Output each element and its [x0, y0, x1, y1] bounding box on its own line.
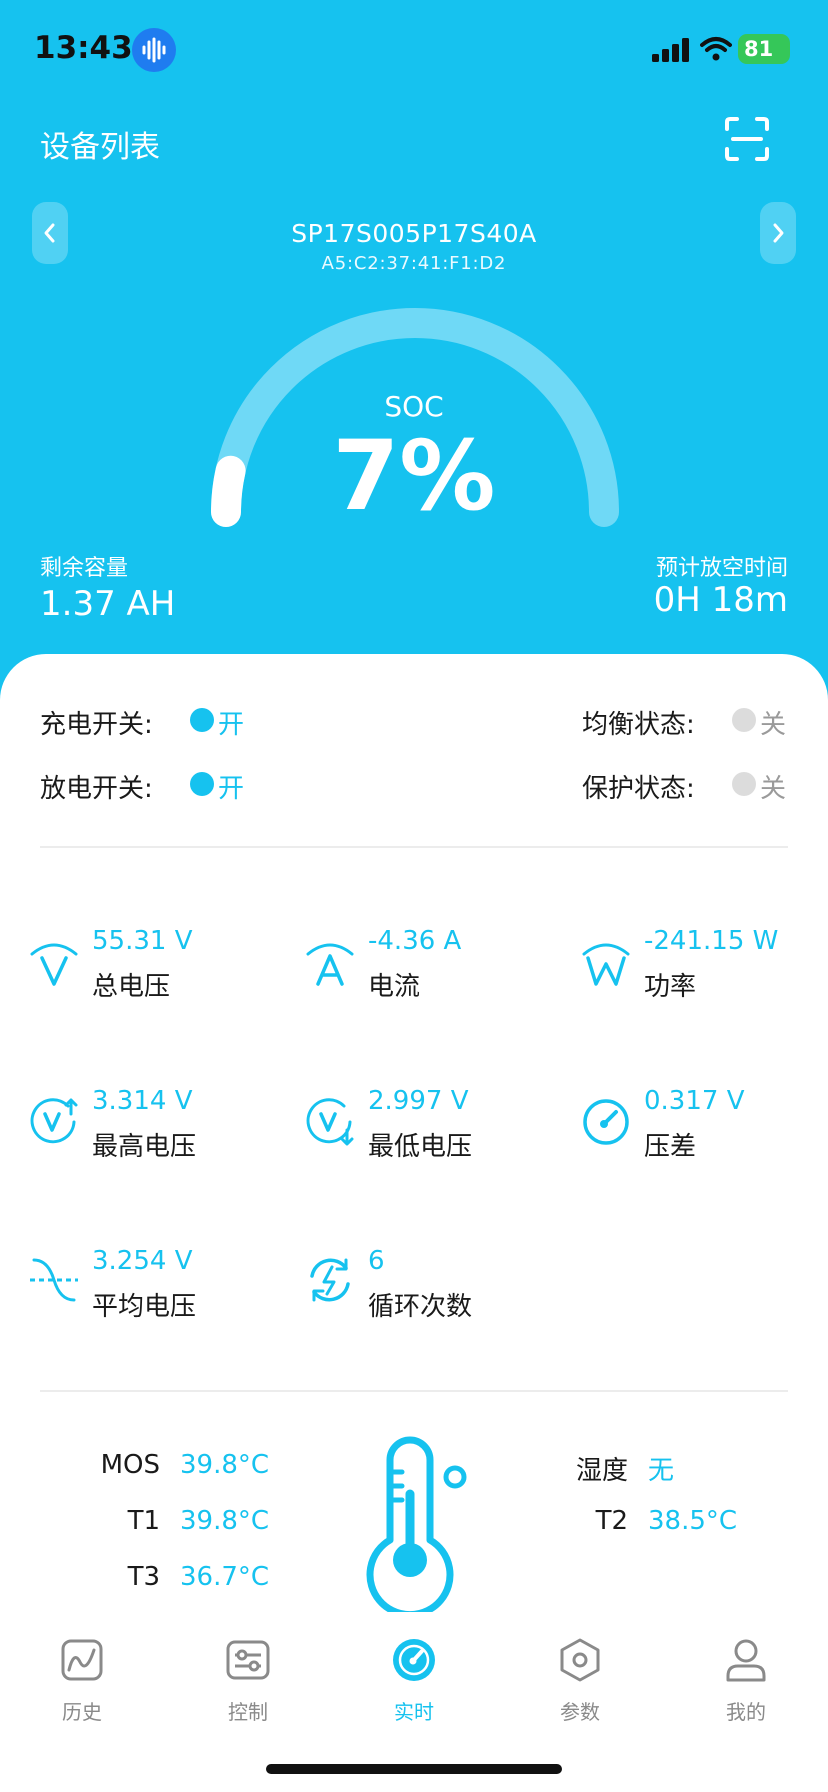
balance-status-label: 均衡状态: [582, 710, 695, 740]
tab-control-label: 控制 [228, 1700, 268, 1724]
divider [40, 1390, 788, 1392]
t2-temp-label: T2 [595, 1506, 628, 1536]
tab-bar: 历史 控制 实时 参数 我的 [0, 1620, 828, 1740]
divider [40, 846, 788, 848]
device-mac: A5:C2:37:41:F1:D2 [321, 253, 507, 274]
battery-level: 81 [744, 37, 774, 61]
mos-temp-value: 39.8°C [180, 1450, 270, 1480]
soc-label: SOC [384, 390, 444, 423]
profile-icon [726, 1639, 766, 1682]
tab-history[interactable]: 历史 [22, 1620, 142, 1730]
power-icon [582, 943, 630, 986]
total-voltage-label: 总电压 [92, 972, 171, 1002]
charge-switch-state: 开 [218, 710, 245, 740]
avg-voltage-icon [30, 1258, 78, 1302]
t1-temp-value: 39.8°C [180, 1506, 270, 1536]
tab-profile[interactable]: 我的 [686, 1620, 806, 1730]
discharge-switch-label: 放电开关: [40, 774, 153, 804]
current-icon [306, 943, 354, 986]
voltage-diff-value: 0.317 V [644, 1086, 745, 1116]
signal-icon [652, 38, 689, 62]
voice-indicator-icon [132, 28, 176, 72]
min-voltage-value: 2.997 V [368, 1086, 469, 1116]
tab-realtime[interactable]: 实时 [354, 1620, 474, 1730]
remaining-capacity-value: 1.37 AH [40, 584, 176, 624]
current-label: 电流 [368, 972, 421, 1002]
discharge-switch-indicator[interactable] [190, 772, 214, 796]
control-icon [226, 1640, 270, 1680]
tab-profile-label: 我的 [726, 1700, 766, 1724]
t3-temp-label: T3 [127, 1562, 160, 1592]
status-bar: 13:43 81 [0, 0, 828, 100]
soc-value: 7% [332, 420, 496, 532]
min-voltage-icon [306, 1098, 354, 1146]
tab-control[interactable]: 控制 [188, 1620, 308, 1730]
power-label: 功率 [644, 972, 697, 1002]
battery-indicator: 81 [738, 34, 790, 64]
charge-switch-indicator[interactable] [190, 708, 214, 732]
voltage-diff-label: 压差 [644, 1132, 697, 1162]
time-to-empty-value: 0H 18m [653, 580, 788, 620]
protection-status-indicator [732, 772, 756, 796]
power-value: -241.15 W [644, 926, 779, 956]
humidity-label: 湿度 [575, 1456, 628, 1486]
humidity-value: 无 [648, 1456, 675, 1486]
max-voltage-icon [30, 1098, 78, 1144]
balance-status-state: 关 [760, 710, 787, 740]
tab-history-label: 历史 [62, 1700, 102, 1724]
min-voltage-label: 最低电压 [368, 1132, 473, 1162]
protection-status-state: 关 [760, 774, 787, 804]
cycle-icon [310, 1258, 350, 1302]
time-to-empty-label: 预计放空时间 [655, 556, 788, 581]
device-name: SP17S005P17S40A [291, 219, 537, 248]
tab-params[interactable]: 参数 [520, 1620, 640, 1730]
max-voltage-value: 3.314 V [92, 1086, 193, 1116]
discharge-switch-state: 开 [218, 774, 245, 804]
avg-voltage-label: 平均电压 [92, 1292, 197, 1322]
cycle-count-value: 6 [368, 1246, 385, 1276]
tab-realtime-label: 实时 [394, 1700, 434, 1724]
charge-switch-label: 充电开关: [40, 710, 153, 740]
balance-status-indicator [732, 708, 756, 732]
remaining-capacity-label: 剩余容量 [40, 556, 129, 581]
history-icon [61, 1639, 103, 1681]
wifi-icon [700, 37, 732, 61]
avg-voltage-value: 3.254 V [92, 1246, 193, 1276]
realtime-icon [393, 1639, 435, 1681]
mos-temp-label: MOS [100, 1450, 160, 1480]
t2-temp-value: 38.5°C [648, 1506, 738, 1536]
params-icon [560, 1638, 600, 1682]
total-voltage-value: 55.31 V [92, 926, 193, 956]
t1-temp-label: T1 [127, 1506, 160, 1536]
max-voltage-label: 最高电压 [92, 1132, 197, 1162]
scan-icon[interactable] [724, 116, 770, 162]
protection-status-label: 保护状态: [582, 774, 695, 804]
home-indicator[interactable] [266, 1764, 562, 1774]
device-list-link[interactable]: 设备列表 [40, 122, 160, 166]
tab-params-label: 参数 [560, 1700, 600, 1724]
t3-temp-value: 36.7°C [180, 1562, 270, 1592]
current-value: -4.36 A [368, 926, 462, 956]
status-time: 13:43 [34, 30, 133, 66]
gauge-icon [583, 1099, 629, 1145]
voltage-icon [30, 943, 78, 986]
thermometer-icon [366, 1436, 467, 1612]
cycle-count-label: 循环次数 [368, 1292, 473, 1322]
